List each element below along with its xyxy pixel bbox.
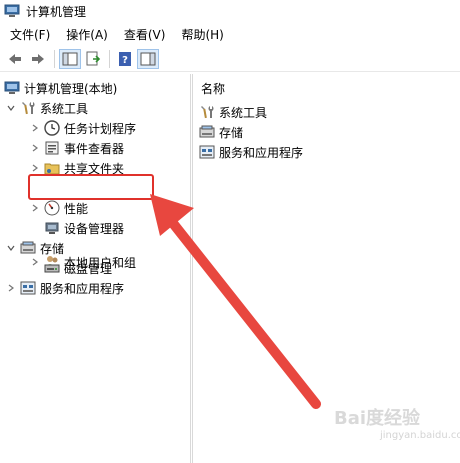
window-title: 计算机管理 bbox=[26, 4, 87, 19]
tools-icon bbox=[20, 100, 36, 116]
tree-item-disk-management[interactable]: 磁盘管理 bbox=[44, 258, 112, 278]
show-action-pane-icon[interactable] bbox=[137, 48, 159, 69]
toolbar-separator bbox=[54, 49, 55, 68]
tree-item-performance[interactable]: 性能 bbox=[30, 198, 88, 218]
storage-icon bbox=[20, 240, 36, 256]
column-header-name[interactable]: 名称 bbox=[201, 80, 225, 97]
toolbar: ? bbox=[0, 46, 460, 72]
toolbar-separator bbox=[109, 49, 110, 68]
computer-management-icon bbox=[4, 4, 20, 18]
menu-action[interactable]: 操作(A) bbox=[58, 24, 116, 45]
tree-item-label: 性能 bbox=[64, 201, 89, 216]
tree-item-system-tools[interactable]: 系统工具 bbox=[6, 98, 88, 118]
tree-item-device-manager[interactable]: 设备管理器 bbox=[44, 218, 124, 238]
tree-item-label: 服务和应用程序 bbox=[40, 281, 125, 296]
event-viewer-icon bbox=[44, 140, 60, 156]
console-tree: 计算机管理(本地) 系统工具 任务计划程序 事件查看器 共享文件夹 本地用户和组… bbox=[0, 74, 191, 463]
list-item-services-apps[interactable]: 服务和应用程序 bbox=[199, 142, 303, 162]
back-arrow-icon[interactable] bbox=[4, 49, 26, 69]
list-item-system-tools[interactable]: 系统工具 bbox=[199, 102, 267, 122]
tree-item-label: 任务计划程序 bbox=[64, 121, 137, 136]
tree-item-label: 设备管理器 bbox=[64, 221, 125, 236]
show-hide-console-tree-icon[interactable] bbox=[59, 48, 81, 69]
tree-item-label: 计算机管理(本地) bbox=[24, 81, 118, 96]
list-item-label: 服务和应用程序 bbox=[219, 145, 304, 160]
chevron-right-icon[interactable] bbox=[30, 143, 40, 153]
chevron-right-icon[interactable] bbox=[30, 257, 40, 267]
tree-item-services-apps[interactable]: 服务和应用程序 bbox=[6, 278, 124, 298]
title-bar: 计算机管理 bbox=[0, 0, 460, 22]
menu-help[interactable]: 帮助(H) bbox=[173, 24, 231, 45]
services-icon bbox=[199, 144, 215, 160]
watermark-url: jingyan.baidu.com bbox=[380, 430, 460, 441]
help-icon[interactable]: ? bbox=[114, 49, 136, 69]
tools-icon bbox=[199, 104, 215, 120]
forward-arrow-icon[interactable] bbox=[27, 49, 49, 69]
tree-item-label: 存储 bbox=[40, 241, 65, 256]
export-list-icon[interactable] bbox=[82, 49, 104, 69]
tree-item-label: 系统工具 bbox=[40, 101, 89, 116]
chevron-right-icon[interactable] bbox=[30, 203, 40, 213]
chevron-right-icon[interactable] bbox=[30, 163, 40, 173]
chevron-right-icon[interactable] bbox=[30, 123, 40, 133]
computer-management-icon bbox=[4, 80, 20, 96]
tree-item-event-viewer[interactable]: 事件查看器 bbox=[30, 138, 124, 158]
disk-icon bbox=[44, 260, 60, 276]
storage-icon bbox=[199, 124, 215, 140]
list-item-storage[interactable]: 存储 bbox=[199, 122, 243, 142]
tree-item-label: 磁盘管理 bbox=[64, 261, 113, 276]
list-item-label: 存储 bbox=[219, 125, 244, 140]
performance-icon bbox=[44, 200, 60, 216]
menu-view[interactable]: 查看(V) bbox=[116, 24, 174, 45]
chevron-right-icon[interactable] bbox=[6, 283, 16, 293]
list-item-label: 系统工具 bbox=[219, 105, 268, 120]
tree-item-root[interactable]: 计算机管理(本地) bbox=[4, 78, 117, 98]
menu-bar: 文件(F) 操作(A) 查看(V) 帮助(H) bbox=[0, 23, 460, 45]
clock-icon bbox=[44, 120, 60, 136]
chevron-down-icon[interactable] bbox=[6, 103, 16, 113]
services-icon bbox=[20, 280, 36, 296]
tree-item-task-scheduler[interactable]: 任务计划程序 bbox=[30, 118, 136, 138]
chevron-down-icon[interactable] bbox=[6, 243, 16, 253]
tree-item-label: 事件查看器 bbox=[64, 141, 125, 156]
svg-text:?: ? bbox=[122, 55, 128, 66]
highlight-box bbox=[28, 174, 154, 200]
watermark-logo: Bai度经验 bbox=[334, 408, 421, 429]
device-manager-icon bbox=[44, 220, 60, 236]
tree-item-storage[interactable]: 存储 bbox=[6, 238, 64, 258]
menu-file[interactable]: 文件(F) bbox=[2, 24, 58, 45]
